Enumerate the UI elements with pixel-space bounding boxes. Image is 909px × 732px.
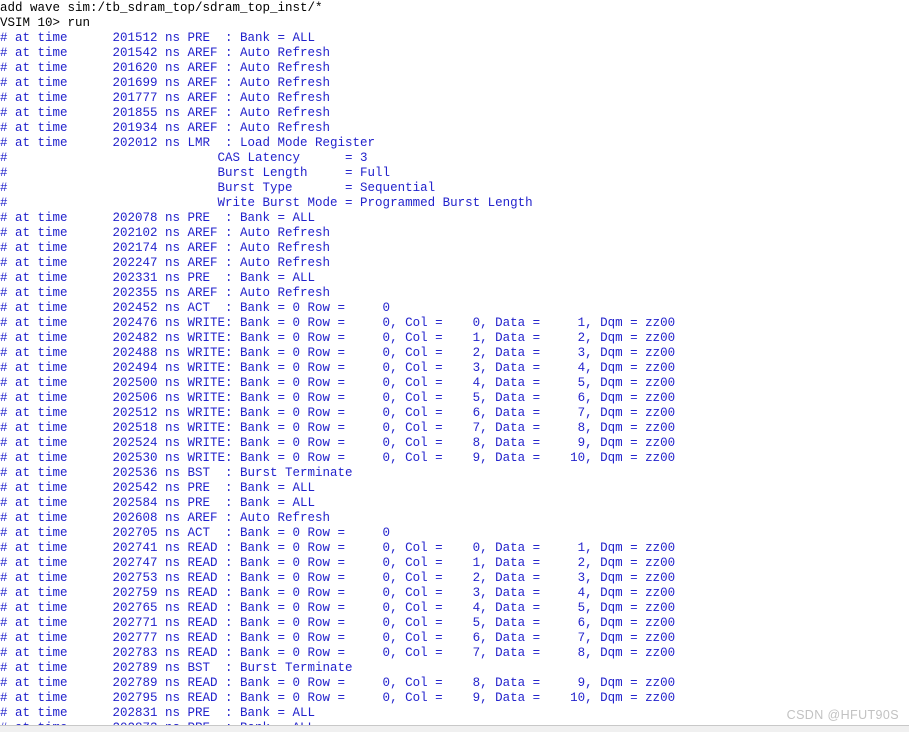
log-line: # at time 202765 ns READ : Bank = 0 Row … xyxy=(0,601,676,615)
log-line: # at time 202584 ns PRE : Bank = ALL xyxy=(0,496,316,510)
log-line: # at time 202777 ns READ : Bank = 0 Row … xyxy=(0,631,676,645)
log-line: # at time 202608 ns AREF : Auto Refresh xyxy=(0,511,331,525)
log-line: # at time 202747 ns READ : Bank = 0 Row … xyxy=(0,556,676,570)
transcript-output[interactable]: add wave sim:/tb_sdram_top/sdram_top_ins… xyxy=(0,0,909,726)
log-line: # Burst Length = Full xyxy=(0,166,391,180)
log-line: # at time 202247 ns AREF : Auto Refresh xyxy=(0,256,331,270)
log-line: # at time 202355 ns AREF : Auto Refresh xyxy=(0,286,331,300)
log-line: # at time 202759 ns READ : Bank = 0 Row … xyxy=(0,586,676,600)
csdn-watermark: CSDN @HFUT90S xyxy=(786,708,899,722)
log-line: # at time 202452 ns ACT : Bank = 0 Row =… xyxy=(0,301,391,315)
log-line: # at time 201620 ns AREF : Auto Refresh xyxy=(0,61,331,75)
log-line: # at time 202488 ns WRITE: Bank = 0 Row … xyxy=(0,346,676,360)
log-line: # at time 202741 ns READ : Bank = 0 Row … xyxy=(0,541,676,555)
log-line: # at time 202512 ns WRITE: Bank = 0 Row … xyxy=(0,406,676,420)
command-line: VSIM 10> run xyxy=(0,16,91,30)
log-line: # at time 201512 ns PRE : Bank = ALL xyxy=(0,31,316,45)
log-line: # Write Burst Mode = Programmed Burst Le… xyxy=(0,196,533,210)
log-line: # at time 201855 ns AREF : Auto Refresh xyxy=(0,106,331,120)
log-line: # at time 202542 ns PRE : Bank = ALL xyxy=(0,481,316,495)
log-line: # at time 201777 ns AREF : Auto Refresh xyxy=(0,91,331,105)
log-line: # at time 202506 ns WRITE: Bank = 0 Row … xyxy=(0,391,676,405)
log-line: # at time 202530 ns WRITE: Bank = 0 Row … xyxy=(0,451,676,465)
log-line: # at time 202753 ns READ : Bank = 0 Row … xyxy=(0,571,676,585)
log-line: # at time 202476 ns WRITE: Bank = 0 Row … xyxy=(0,316,676,330)
log-line: # at time 202705 ns ACT : Bank = 0 Row =… xyxy=(0,526,391,540)
log-line: # at time 202482 ns WRITE: Bank = 0 Row … xyxy=(0,331,676,345)
log-line: # at time 202771 ns READ : Bank = 0 Row … xyxy=(0,616,676,630)
log-line: # at time 202831 ns PRE : Bank = ALL xyxy=(0,706,316,720)
command-line: add wave sim:/tb_sdram_top/sdram_top_ins… xyxy=(0,1,323,15)
log-line: # at time 202500 ns WRITE: Bank = 0 Row … xyxy=(0,376,676,390)
log-line: # at time 202078 ns PRE : Bank = ALL xyxy=(0,211,316,225)
log-line: # at time 202783 ns READ : Bank = 0 Row … xyxy=(0,646,676,660)
log-line: # at time 202174 ns AREF : Auto Refresh xyxy=(0,241,331,255)
log-line: # Burst Type = Sequential xyxy=(0,181,436,195)
log-line: # at time 202524 ns WRITE: Bank = 0 Row … xyxy=(0,436,676,450)
log-line: # at time 202789 ns READ : Bank = 0 Row … xyxy=(0,676,676,690)
log-line: # at time 202012 ns LMR : Load Mode Regi… xyxy=(0,136,376,150)
log-line: # at time 201934 ns AREF : Auto Refresh xyxy=(0,121,331,135)
log-line: # at time 202102 ns AREF : Auto Refresh xyxy=(0,226,331,240)
log-line: # at time 202494 ns WRITE: Bank = 0 Row … xyxy=(0,361,676,375)
transcript-window: add wave sim:/tb_sdram_top/sdram_top_ins… xyxy=(0,0,909,732)
log-line: # at time 202789 ns BST : Burst Terminat… xyxy=(0,661,353,675)
log-line: # at time 201699 ns AREF : Auto Refresh xyxy=(0,76,331,90)
window-bottom-edge xyxy=(0,725,909,732)
log-line: # at time 202331 ns PRE : Bank = ALL xyxy=(0,271,316,285)
log-line: # at time 202536 ns BST : Burst Terminat… xyxy=(0,466,353,480)
log-line: # CAS Latency = 3 xyxy=(0,151,368,165)
log-line: # at time 202518 ns WRITE: Bank = 0 Row … xyxy=(0,421,676,435)
log-line: # at time 201542 ns AREF : Auto Refresh xyxy=(0,46,331,60)
log-line: # at time 202795 ns READ : Bank = 0 Row … xyxy=(0,691,676,705)
